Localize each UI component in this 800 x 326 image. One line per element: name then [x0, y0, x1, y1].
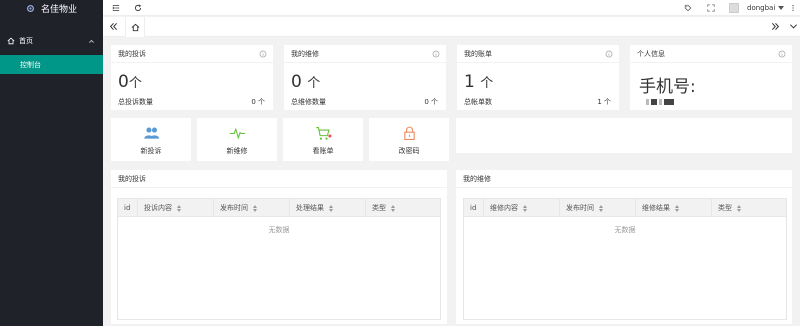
action-label: 改密码 [398, 147, 420, 155]
sort-icon[interactable] [329, 204, 333, 212]
sort-icon[interactable] [391, 204, 395, 212]
stat-card-bills: 我的账单 1 个 总帐单数 1 个 [457, 45, 619, 110]
stat-value: 0个 [118, 72, 142, 92]
top-header: dongbai [103, 0, 800, 16]
sidebar-item-console[interactable]: 控制台 [0, 55, 103, 74]
stat-total: 0 个 [424, 98, 438, 106]
more-vertical-icon[interactable] [789, 4, 797, 12]
menu-toggle-icon[interactable] [112, 4, 120, 12]
stat-total: 1 个 [597, 98, 611, 106]
chevron-up-icon [89, 39, 94, 43]
info-icon[interactable] [778, 50, 786, 58]
column-header[interactable]: 维修结果 [636, 199, 712, 217]
empty-state: 无数据 [268, 226, 290, 234]
new-complaint-button[interactable]: 新投诉 [111, 118, 191, 161]
sort-icon[interactable] [253, 204, 257, 212]
card-title: 我的投诉 [118, 50, 146, 58]
heartbeat-icon [229, 127, 245, 140]
stat-card-complaints: 我的投诉 0个 总投诉数量 0 个 [111, 45, 273, 110]
tab-bar [103, 17, 800, 37]
change-password-button[interactable]: 改密码 [369, 118, 449, 161]
info-icon[interactable] [259, 50, 267, 58]
column-header[interactable]: 类型 [366, 199, 442, 217]
stat-value: 1 个 [464, 72, 494, 92]
info-icon[interactable] [432, 50, 440, 58]
column-header[interactable]: 投诉内容 [138, 199, 214, 217]
column-header[interactable]: 维修内容 [484, 199, 560, 217]
stat-card-repairs: 我的维修 0 个 总维修数量 0 个 [284, 45, 446, 110]
column-header[interactable]: id [464, 199, 484, 217]
logo-icon [26, 4, 35, 13]
profile-card: 个人信息 手机号: [630, 45, 792, 110]
sort-icon[interactable] [177, 204, 181, 212]
username: dongbai [747, 4, 776, 12]
sidebar-group-label: 首页 [19, 37, 33, 45]
cart-icon [315, 126, 331, 140]
sort-icon[interactable] [675, 204, 679, 212]
sidebar-item-label: 控制台 [20, 60, 41, 69]
users-icon [143, 127, 159, 139]
tab-home[interactable] [125, 17, 145, 37]
phone-label: 手机号: [639, 77, 696, 97]
column-header[interactable]: 发布时间 [214, 199, 290, 217]
caret-down-icon [778, 6, 785, 10]
card-title: 我的维修 [291, 50, 319, 58]
sidebar-group-home[interactable]: 首页 [0, 30, 103, 52]
stat-value: 0 个 [291, 72, 321, 92]
empty-state: 无数据 [614, 226, 636, 234]
stat-label: 总帐单数 [464, 98, 492, 106]
table-header: id 投诉内容 发布时间 处理结果 类型 [118, 199, 440, 217]
table-header: id 维修内容 发布时间 维修结果 类型 [464, 199, 786, 217]
column-header[interactable]: 类型 [712, 199, 788, 217]
card-title: 我的账单 [464, 50, 492, 58]
lock-icon [403, 126, 415, 141]
refresh-icon[interactable] [134, 4, 142, 12]
repairs-table: id 维修内容 发布时间 维修结果 类型 无数据 [463, 198, 787, 320]
blank-panel [456, 118, 792, 153]
scroll-left-icon[interactable] [109, 22, 118, 31]
stat-total: 0 个 [251, 98, 265, 106]
app-logo[interactable]: 名佳物业 [0, 0, 103, 17]
avatar [729, 3, 739, 13]
home-icon [131, 23, 139, 31]
sort-icon[interactable] [737, 204, 741, 212]
complaints-table: id 投诉内容 发布时间 处理结果 类型 无数据 [117, 198, 441, 320]
complaints-panel: 我的投诉 id 投诉内容 发布时间 处理结果 类型 无数据 [111, 170, 447, 324]
panel-title: 我的维修 [456, 170, 792, 188]
phone-number-redacted [646, 98, 674, 106]
view-bills-button[interactable]: 看账单 [283, 118, 363, 161]
sort-icon[interactable] [599, 204, 603, 212]
info-icon[interactable] [605, 50, 613, 58]
column-header[interactable]: 发布时间 [560, 199, 636, 217]
stat-label: 总维修数量 [291, 98, 326, 106]
sort-icon[interactable] [523, 204, 527, 212]
action-label: 看账单 [312, 147, 334, 155]
scroll-right-icon[interactable] [771, 22, 780, 31]
repairs-panel: 我的维修 id 维修内容 发布时间 维修结果 类型 无数据 [456, 170, 792, 324]
stat-label: 总投诉数量 [118, 98, 153, 106]
user-menu[interactable]: dongbai [729, 1, 785, 15]
action-label: 新维修 [226, 147, 248, 155]
column-header[interactable]: 处理结果 [290, 199, 366, 217]
action-label: 新投诉 [140, 147, 162, 155]
app-title: 名佳物业 [41, 5, 78, 15]
new-repair-button[interactable]: 新维修 [197, 118, 277, 161]
tag-icon[interactable] [684, 4, 692, 12]
card-title: 个人信息 [637, 50, 665, 58]
fullscreen-icon[interactable] [707, 4, 715, 12]
column-header[interactable]: id [118, 199, 138, 217]
home-icon [7, 37, 15, 45]
sidebar: 名佳物业 首页 控制台 [0, 0, 103, 326]
panel-title: 我的投诉 [111, 170, 447, 188]
tab-options-icon[interactable] [789, 22, 798, 31]
